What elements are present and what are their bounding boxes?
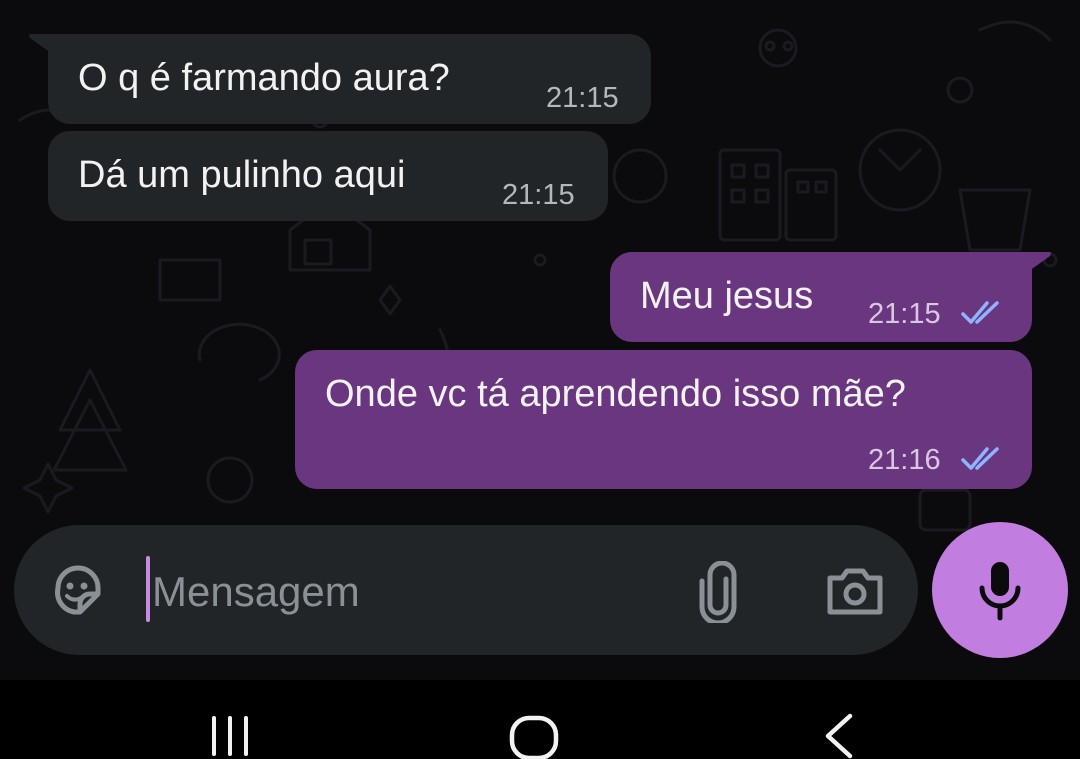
- read-receipt-icon: [961, 447, 999, 470]
- bubble-tail: [1022, 252, 1051, 276]
- read-receipt-icon: [961, 301, 999, 324]
- message-input[interactable]: Mensagem: [152, 567, 360, 617]
- recent-apps-icon[interactable]: [208, 716, 256, 756]
- sticker-icon[interactable]: [50, 564, 106, 620]
- microphone-icon: [979, 562, 1021, 621]
- message-timestamp: 21:15: [868, 298, 941, 330]
- message-bubble-outgoing[interactable]: Onde vc tá aprendendo isso mãe? 21:16: [295, 350, 1032, 489]
- text-caret: [146, 556, 150, 622]
- message-text: Onde vc tá aprendendo isso mãe?: [325, 373, 906, 415]
- back-icon[interactable]: [820, 712, 860, 759]
- voice-message-button[interactable]: [932, 522, 1068, 658]
- message-text: Dá um pulinho aqui: [78, 154, 406, 196]
- navigation-bar: [0, 680, 1080, 759]
- message-timestamp: 21:16: [868, 444, 941, 476]
- message-timestamp: 21:15: [502, 179, 575, 211]
- message-text: Meu jesus: [640, 275, 814, 317]
- message-timestamp: 21:15: [546, 82, 619, 114]
- message-bubble-outgoing[interactable]: Meu jesus 21:15: [610, 252, 1032, 342]
- camera-icon[interactable]: [826, 566, 884, 616]
- chat-screen: O q é farmando aura? 21:15 Dá um pulinho…: [0, 0, 1080, 759]
- message-text: O q é farmando aura?: [78, 57, 450, 99]
- paperclip-icon[interactable]: [698, 561, 738, 623]
- message-bubble-incoming[interactable]: O q é farmando aura? 21:15: [48, 34, 651, 124]
- bubble-tail: [29, 34, 58, 58]
- message-bubble-incoming[interactable]: Dá um pulinho aqui 21:15: [48, 131, 608, 221]
- home-icon[interactable]: [508, 714, 560, 759]
